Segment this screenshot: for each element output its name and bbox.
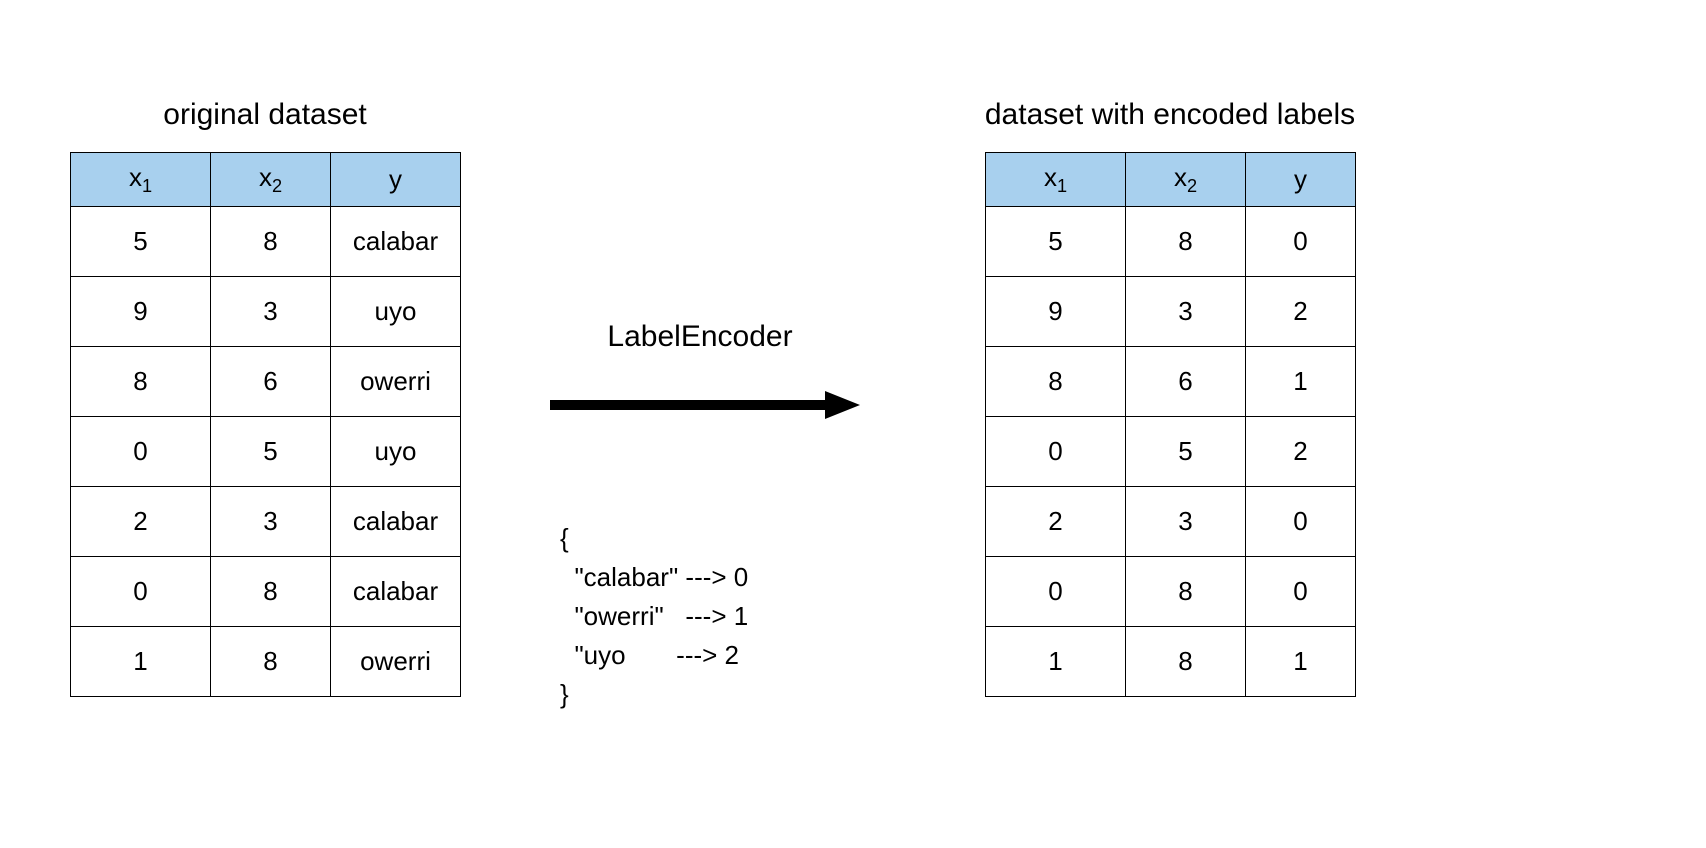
- table-row: 052: [986, 417, 1356, 487]
- cell: 8: [986, 347, 1126, 417]
- cell: uyo: [331, 417, 461, 487]
- table-row: 93uyo: [71, 277, 461, 347]
- cell: 3: [1126, 487, 1246, 557]
- table-row: 18owerri: [71, 627, 461, 697]
- cell: 8: [1126, 627, 1246, 697]
- cell: 0: [1246, 557, 1356, 627]
- table-row: 080: [986, 557, 1356, 627]
- cell: 1: [71, 627, 211, 697]
- col-header-y: y: [331, 153, 461, 207]
- cell: uyo: [331, 277, 461, 347]
- cell: 3: [1126, 277, 1246, 347]
- cell: 8: [211, 627, 331, 697]
- cell: 0: [1246, 207, 1356, 277]
- table-row: 08calabar: [71, 557, 461, 627]
- cell: 8: [71, 347, 211, 417]
- table-header-row: x1 x2 y: [986, 153, 1356, 207]
- cell: calabar: [331, 557, 461, 627]
- cell: 0: [986, 417, 1126, 487]
- table-row: 86owerri: [71, 347, 461, 417]
- cell: 1: [1246, 627, 1356, 697]
- arrow-right-icon: [540, 385, 860, 425]
- col-header-x2-text: x: [1174, 162, 1187, 192]
- original-dataset-table: x1 x2 y 58calabar 93uyo 86owerri 05uyo 2…: [70, 152, 461, 697]
- cell: 1: [1246, 347, 1356, 417]
- table-row: 580: [986, 207, 1356, 277]
- cell: 0: [1246, 487, 1356, 557]
- cell: 6: [1126, 347, 1246, 417]
- col-header-x1-sub: 1: [142, 176, 152, 196]
- cell: 5: [71, 207, 211, 277]
- cell: 5: [211, 417, 331, 487]
- encoder-label: LabelEncoder: [540, 320, 860, 354]
- cell: 2: [71, 487, 211, 557]
- cell: 9: [71, 277, 211, 347]
- col-header-x2-sub: 2: [1187, 176, 1197, 196]
- cell: 6: [211, 347, 331, 417]
- cell: 8: [211, 207, 331, 277]
- cell: 5: [1126, 417, 1246, 487]
- cell: 8: [1126, 207, 1246, 277]
- table-row: 230: [986, 487, 1356, 557]
- table-row: 23calabar: [71, 487, 461, 557]
- cell: 0: [71, 557, 211, 627]
- cell: 9: [986, 277, 1126, 347]
- cell: 2: [1246, 417, 1356, 487]
- table-row: 932: [986, 277, 1356, 347]
- mapping-line: "calabar" ---> 0: [560, 562, 748, 592]
- cell: 8: [211, 557, 331, 627]
- cell: 2: [986, 487, 1126, 557]
- col-header-y: y: [1246, 153, 1356, 207]
- cell: 1: [986, 627, 1126, 697]
- encoded-dataset-table: x1 x2 y 580 932 861 052 230 080 181: [985, 152, 1356, 697]
- col-header-x1-text: x: [1044, 162, 1057, 192]
- cell: calabar: [331, 487, 461, 557]
- table-row: 861: [986, 347, 1356, 417]
- cell: owerri: [331, 627, 461, 697]
- mapping-line: "uyo ---> 2: [560, 640, 739, 670]
- cell: 0: [986, 557, 1126, 627]
- mapping-close: }: [560, 679, 569, 709]
- table-row: 05uyo: [71, 417, 461, 487]
- col-header-x1: x1: [986, 153, 1126, 207]
- cell: 2: [1246, 277, 1356, 347]
- cell: calabar: [331, 207, 461, 277]
- cell: owerri: [331, 347, 461, 417]
- encoding-mapping: { "calabar" ---> 0 "owerri" ---> 1 "uyo …: [560, 480, 748, 714]
- col-header-x1-text: x: [129, 162, 142, 192]
- mapping-open: {: [560, 523, 569, 553]
- col-header-x1: x1: [71, 153, 211, 207]
- cell: 5: [986, 207, 1126, 277]
- col-header-x2-sub: 2: [272, 176, 282, 196]
- cell: 3: [211, 277, 331, 347]
- table-header-row: x1 x2 y: [71, 153, 461, 207]
- mapping-line: "owerri" ---> 1: [560, 601, 748, 631]
- col-header-x2: x2: [1126, 153, 1246, 207]
- left-table-title: original dataset: [70, 98, 460, 132]
- cell: 0: [71, 417, 211, 487]
- table-row: 58calabar: [71, 207, 461, 277]
- col-header-x1-sub: 1: [1057, 176, 1067, 196]
- cell: 8: [1126, 557, 1246, 627]
- right-table-title: dataset with encoded labels: [940, 98, 1400, 132]
- col-header-x2-text: x: [259, 162, 272, 192]
- cell: 3: [211, 487, 331, 557]
- col-header-x2: x2: [211, 153, 331, 207]
- table-row: 181: [986, 627, 1356, 697]
